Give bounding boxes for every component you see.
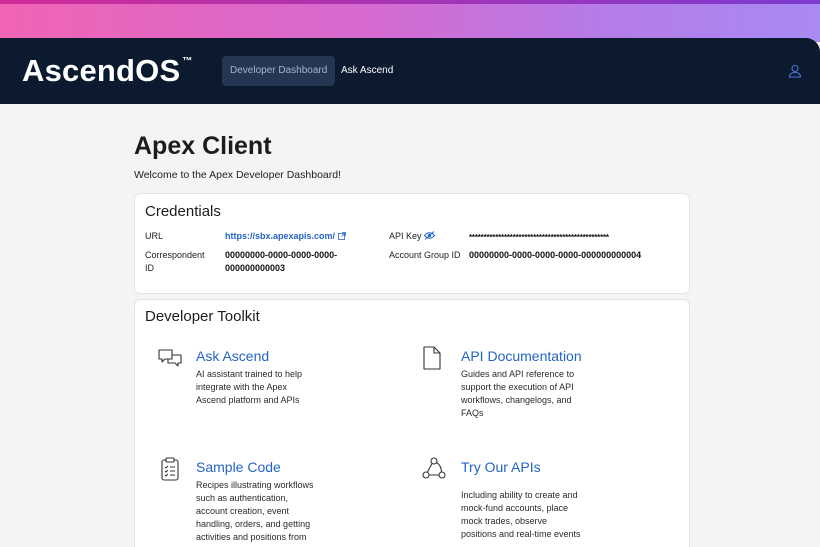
header-bar: AscendOS ™ Developer Dashboard Ask Ascend [0,38,820,104]
desc-line: mock-fund accounts, place [461,503,569,513]
account-group-id-label: Account Group ID [389,250,461,260]
desc-line: workflows, changelogs, and [461,395,572,405]
desc-line: positions and real-time events [461,529,581,539]
developer-toolkit-card: Developer Toolkit Ask Ascend AI assistan… [134,299,690,547]
credentials-title: Credentials [145,203,221,220]
correspondent-id-value-2: 000000000003 [225,263,286,273]
desc-line: Including ability to create and [461,490,578,500]
logo-text: AscendOS [22,53,181,88]
try-our-apis-link[interactable]: Try Our APIs [461,459,541,475]
desc-line: Guides and API reference to [461,369,575,379]
sample-code-description: Recipes illustrating workflows such as a… [196,479,336,544]
correspondent-id-label-2: ID [145,263,154,273]
user-icon[interactable] [788,64,802,78]
eye-icon[interactable] [423,231,435,240]
desc-line: handling, orders, and getting [196,519,311,529]
clipboard-icon [161,457,179,481]
nav-ask-ascend[interactable]: Ask Ascend [341,56,393,86]
desc-line: account creation, event [196,506,290,516]
ask-ascend-link[interactable]: Ask Ascend [196,348,269,364]
url-link[interactable]: https://sbx.apexapis.com/ [225,230,346,243]
desc-line: activities and positions from [196,532,307,542]
chat-icon [158,349,182,367]
desc-line: support the execution of API [461,382,574,392]
top-gradient-banner [0,0,820,42]
sample-code-link[interactable]: Sample Code [196,459,281,475]
desc-line: AI assistant trained to help [196,369,303,379]
ascendos-logo[interactable]: AscendOS ™ [22,53,193,89]
nav-developer-dashboard[interactable]: Developer Dashboard [222,56,336,86]
credentials-card: Credentials URL https://sbx.apexapis.com… [134,193,690,294]
correspondent-id-value-1: 00000000-0000-0000-0000- [225,250,338,260]
desc-line: FAQs [461,408,484,418]
desc-line: integrate with the Apex [196,382,288,392]
correspondent-id-label-1: Correspondent [145,250,205,260]
toolkit-title: Developer Toolkit [145,308,260,325]
webhook-icon [422,457,446,479]
welcome-text: Welcome to the Apex Developer Dashboard! [134,169,342,181]
desc-line: mock trades, observe [461,516,548,526]
desc-line: Recipes illustrating workflows [196,480,314,490]
api-key-label: API Key [389,231,422,241]
document-icon [423,346,441,370]
url-label: URL [145,231,164,241]
url-value[interactable]: https://sbx.apexapis.com/ [225,231,335,241]
external-link-icon[interactable] [338,232,346,240]
desc-line: Ascend platform and APIs [196,395,300,405]
ask-ascend-description: AI assistant trained to help integrate w… [196,368,328,407]
api-key-value: ****************************************… [469,233,609,242]
api-key-label-group: API Key [389,230,435,243]
account-group-id-value: 00000000-0000-0000-0000-000000000004 [469,250,642,260]
page-title: Apex Client [134,132,272,160]
try-our-apis-description: Including ability to create and mock-fun… [461,489,601,541]
desc-line: such as authentication, [196,493,289,503]
api-documentation-description: Guides and API reference to support the … [461,368,601,420]
trademark-mark: ™ [182,56,193,67]
api-documentation-link[interactable]: API Documentation [461,348,582,364]
